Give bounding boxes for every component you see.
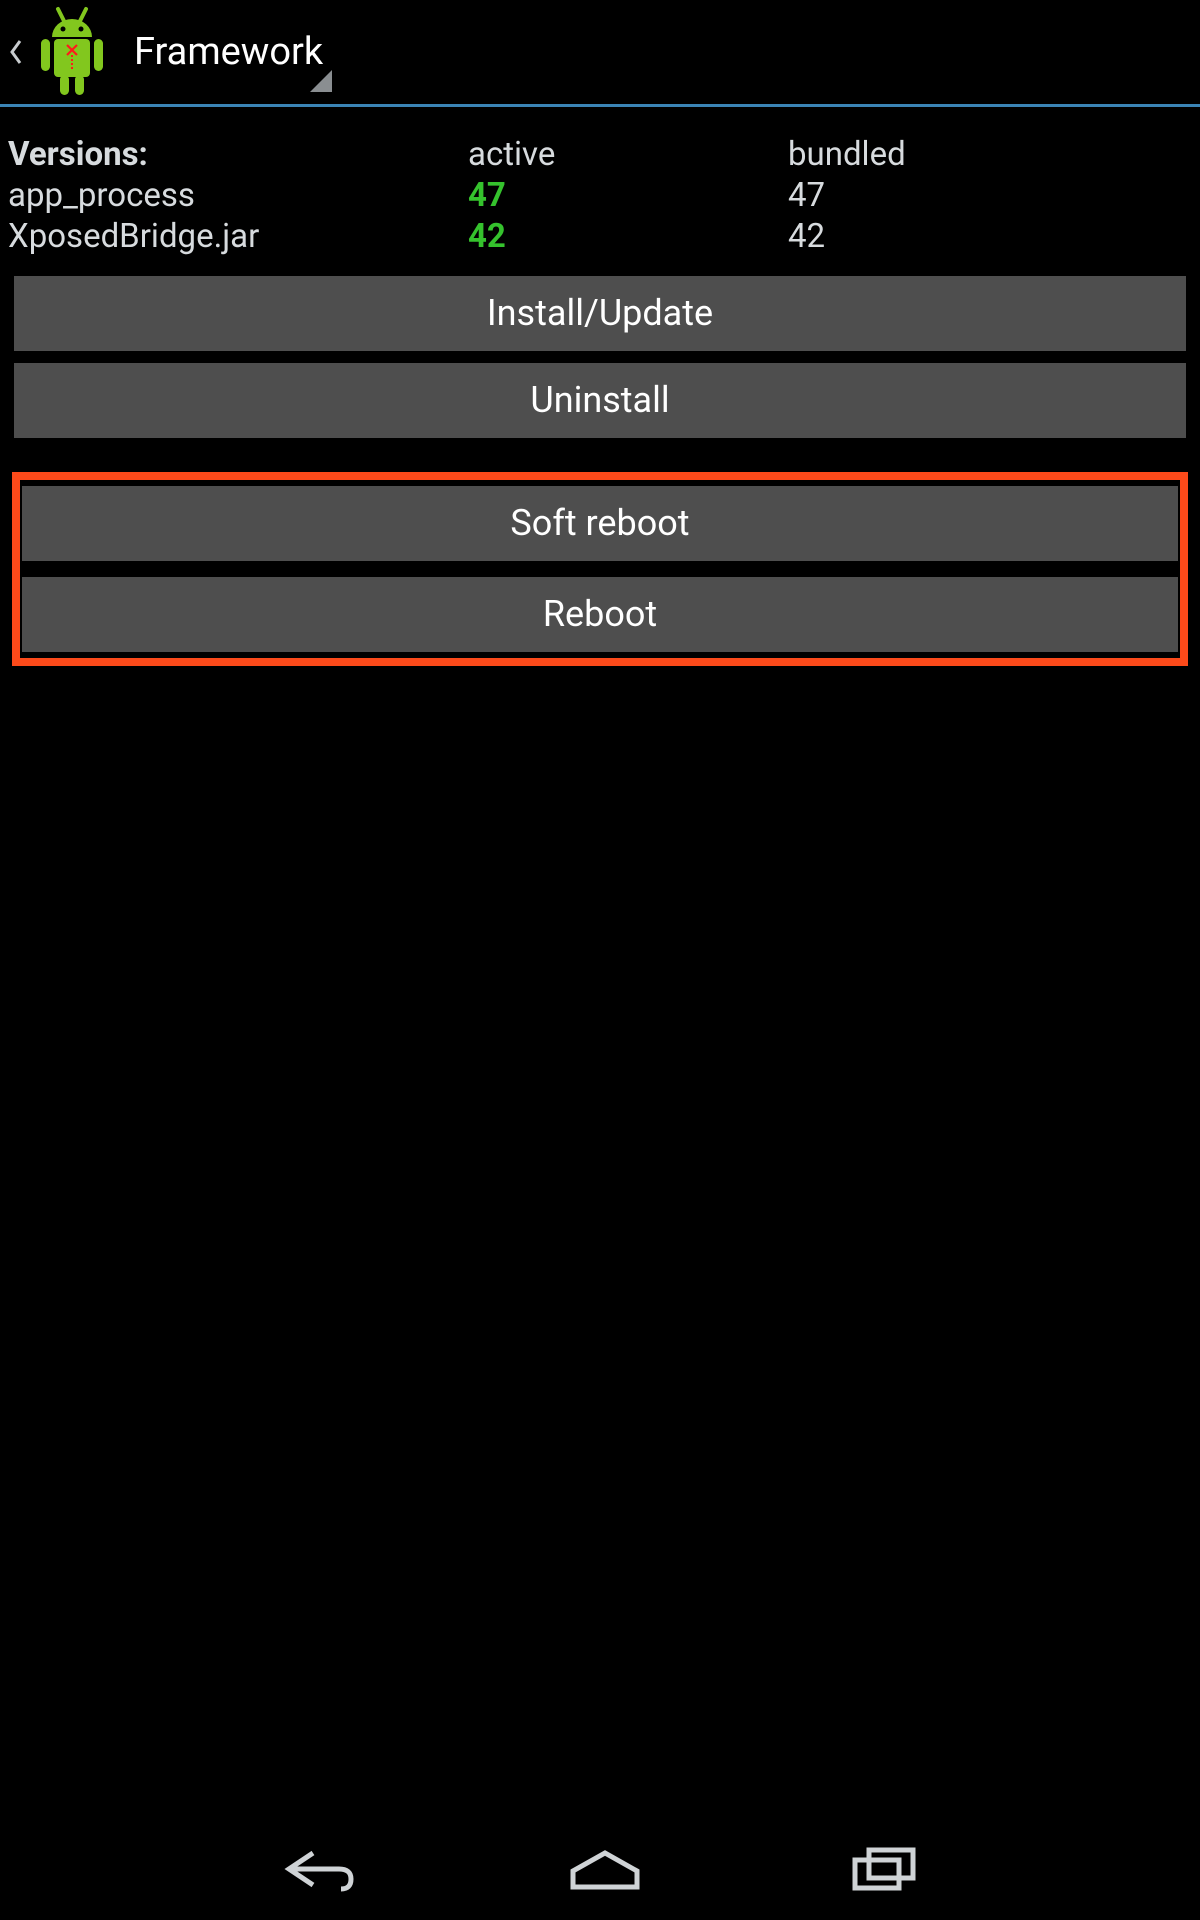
versions-col-active: active: [468, 137, 788, 174]
versions-table: Versions: active bundled app_process 47 …: [8, 137, 1192, 276]
versions-row-name: XposedBridge.jar: [8, 219, 468, 256]
versions-row-active: 42: [468, 219, 788, 256]
reboot-highlight-group: Soft reboot Reboot: [12, 472, 1188, 666]
versions-title: Versions:: [8, 137, 468, 174]
dropdown-indicator-icon[interactable]: [310, 70, 332, 92]
nav-back-icon[interactable]: [283, 1845, 359, 1897]
group-spacer: [20, 561, 1180, 577]
versions-row-bundled: 47: [788, 178, 1192, 215]
soft-reboot-button[interactable]: Soft reboot: [22, 486, 1178, 561]
main-content: Versions: active bundled app_process 47 …: [0, 107, 1200, 1822]
page-title[interactable]: Framework: [134, 30, 323, 74]
navigation-bar: [0, 1822, 1200, 1920]
app-icon[interactable]: [30, 5, 114, 99]
uninstall-button[interactable]: Uninstall: [14, 363, 1186, 438]
versions-row-active: 47: [468, 178, 788, 215]
versions-row-bundled: 42: [788, 219, 1192, 256]
versions-row-name: app_process: [8, 178, 468, 215]
reboot-button[interactable]: Reboot: [22, 577, 1178, 652]
nav-recent-icon[interactable]: [851, 1846, 917, 1896]
install-update-button[interactable]: Install/Update: [14, 276, 1186, 351]
back-caret-icon[interactable]: [8, 28, 24, 76]
versions-col-bundled: bundled: [788, 137, 1192, 174]
nav-home-icon[interactable]: [569, 1847, 641, 1895]
